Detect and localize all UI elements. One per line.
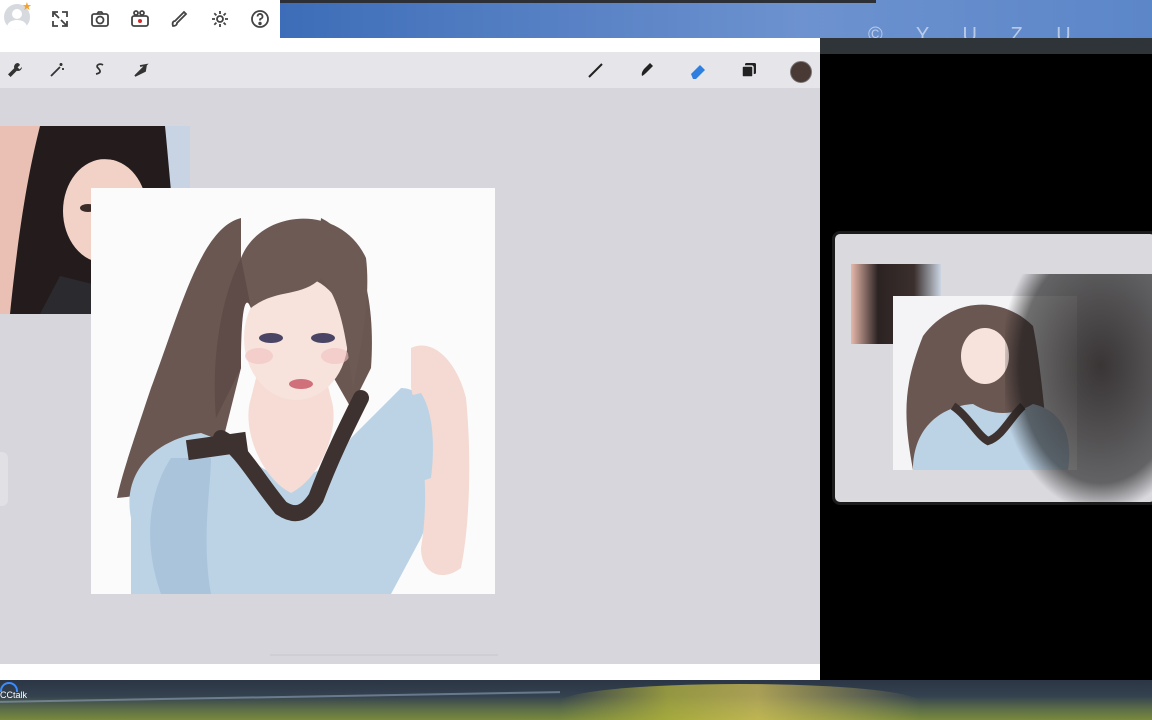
grass [560, 684, 920, 720]
window-frame-bottom [0, 664, 820, 680]
window-edge [280, 0, 876, 3]
wallpaper-sky: © Y U Z U [280, 0, 1152, 46]
eraser-icon[interactable] [687, 60, 709, 80]
procreate-window [0, 52, 820, 680]
cctalk-taskbar-item[interactable]: CCtalk [0, 682, 27, 700]
star-badge-icon: ★ [22, 1, 32, 13]
layers-icon[interactable] [738, 60, 760, 80]
hand-with-stylus [1005, 274, 1152, 502]
road-line [0, 691, 560, 703]
desktop-road-scene [0, 680, 1152, 720]
brush-icon[interactable] [585, 60, 607, 80]
transform-arrow-icon[interactable] [130, 60, 152, 80]
smudge-icon[interactable] [636, 60, 658, 80]
ipad-in-camera [832, 231, 1152, 505]
top-app-bar: ★ [0, 0, 280, 38]
help-icon[interactable] [248, 7, 272, 31]
camera-icon[interactable] [88, 7, 112, 31]
sidebar-handle[interactable] [0, 452, 8, 506]
video-camera-icon[interactable] [128, 7, 152, 31]
window-frame-top [0, 38, 820, 52]
drawing-canvas[interactable] [91, 188, 495, 594]
wrench-icon[interactable] [4, 60, 26, 80]
scroll-indicator [270, 654, 498, 656]
gear-icon[interactable] [208, 7, 232, 31]
selection-s-icon[interactable] [88, 60, 110, 80]
camera-panel-topbar [820, 38, 1152, 54]
procreate-toolbar [0, 52, 820, 88]
expand-icon[interactable] [48, 7, 72, 31]
camera-feed-panel [820, 38, 1152, 680]
magic-wand-icon[interactable] [46, 60, 68, 80]
color-picker-swatch[interactable] [790, 61, 812, 83]
brush-pen-icon[interactable] [168, 7, 192, 31]
